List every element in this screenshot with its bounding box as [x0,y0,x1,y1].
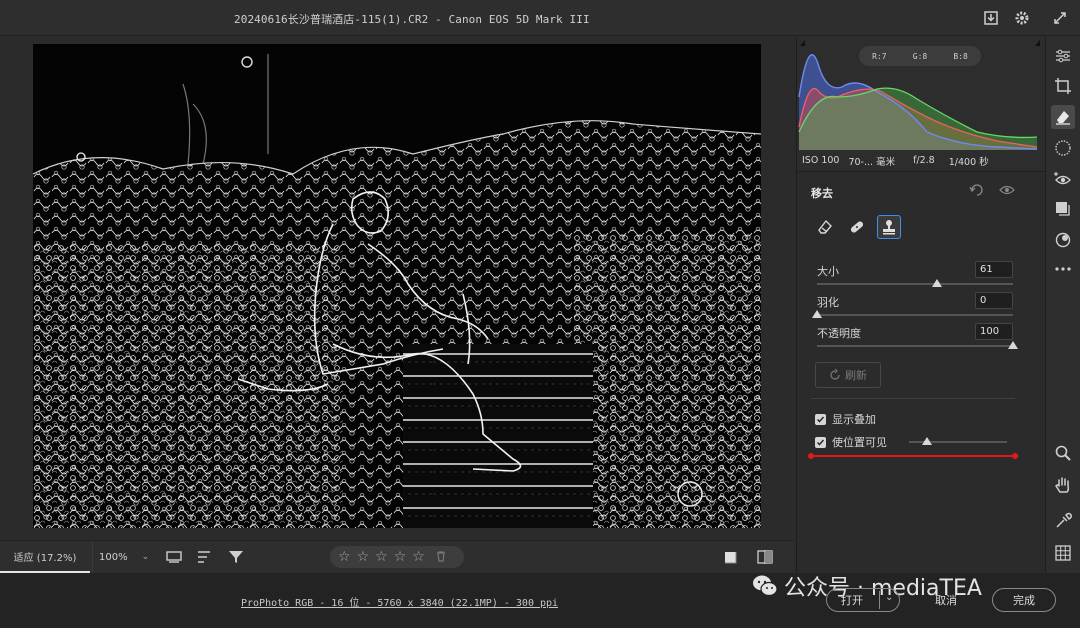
star-icon[interactable]: ☆ [338,550,351,564]
refresh-label: 刷新 [845,369,867,382]
layers-icon[interactable] [1051,197,1075,221]
eraser-icon[interactable] [1051,105,1075,129]
image-canvas[interactable] [0,37,794,537]
opacity-label: 不透明度 [817,327,861,340]
eraser-icon[interactable] [813,215,837,239]
workflow-options-link[interactable]: ProPhoto RGB - 16 位 - 5760 x 3840 (22.1M… [241,594,558,609]
aperture: f/2.8 [913,155,935,166]
visualize-spots-checkbox[interactable] [815,436,826,448]
zoom-icon[interactable] [1051,441,1075,465]
visualize-spots-row[interactable]: 使位置可见 [815,434,887,450]
size-slider[interactable] [817,279,1013,287]
compare-split-icon[interactable] [754,547,776,567]
blue-value: B:8 [953,51,968,61]
feather-slider[interactable] [812,310,1013,318]
star-icon[interactable]: ☆ [357,550,370,564]
show-overlay-checkbox[interactable] [815,413,826,425]
eye-plus-icon[interactable] [1051,167,1075,191]
visualize-spots-thumb[interactable] [921,437,932,445]
feather-slider-thumb[interactable] [812,310,822,318]
chevron-down-icon[interactable]: ⌄ [142,552,150,562]
removal-tools [813,215,901,239]
refresh-icon [830,369,840,380]
save-download-icon[interactable] [981,8,1001,28]
visibility-eye-icon[interactable] [999,183,1015,200]
zoom-100-button[interactable]: 100% ⌄ [92,541,150,573]
opacity-input[interactable]: 100 [975,323,1013,340]
done-button[interactable]: 完成 [992,588,1056,612]
shutter-speed: 1/400 秒 [948,156,989,168]
photo-preview[interactable] [33,44,761,528]
feather-label: 羽化 [817,296,839,309]
open-label: 打开 [841,594,863,607]
show-overlay-label: 显示叠加 [832,413,876,426]
opacity-slider[interactable] [817,341,1018,349]
expand-icon[interactable] [1050,8,1070,28]
green-value: G:8 [912,51,928,61]
star-icon[interactable]: ☆ [412,550,425,564]
chevron-down-icon[interactable]: ⌄ [885,592,893,603]
right-toolbar [1045,37,1080,573]
sliders-icon[interactable] [1051,44,1075,68]
eyedropper-icon[interactable] [1051,509,1075,533]
redeye-circle-icon[interactable] [1051,136,1075,160]
feather-input[interactable]: 0 [975,292,1013,309]
open-button[interactable]: 打开 ⌄ [826,588,900,612]
rgb-readout: R:7 G:8 B:8 [859,46,981,66]
red-value: R:7 [872,51,887,61]
cancel-button[interactable]: 取消 [911,588,981,612]
rating-stars[interactable]: ☆ ☆ ☆ ☆ ☆ [330,546,464,568]
reset-icon[interactable] [969,183,985,200]
refresh-button[interactable]: 刷新 [815,362,881,388]
edge-detected-photo [33,44,761,528]
presets-icon[interactable] [1051,228,1075,252]
visualize-spots-slider[interactable] [909,437,1007,445]
star-icon[interactable]: ☆ [375,550,388,564]
zoom-fit-button[interactable]: 适应 (17.2%) [0,541,90,573]
histogram: R:7 G:8 B:8 [797,37,1045,150]
sort-icon[interactable] [194,547,216,567]
visualize-spots-label: 使位置可见 [832,436,887,449]
filmstrip-icon[interactable] [163,547,185,567]
info-bar: ProPhoto RGB - 16 位 - 5760 x 3840 (22.1M… [0,573,1080,628]
focal-length: 70-... 毫米 [848,156,896,168]
wechat-logo-icon [753,575,778,597]
filter-icon[interactable] [225,547,247,567]
hand-icon[interactable] [1051,473,1075,497]
bandage-icon[interactable] [845,215,869,239]
red-annotation-line [808,453,1018,459]
iso-value: ISO 100 [802,155,840,166]
canvas-bottom-bar: 适应 (17.2%) 100% ⌄ ☆ ☆ ☆ ☆ ☆ [0,540,794,573]
trash-icon[interactable] [435,550,447,565]
before-after-square-icon[interactable] [720,547,742,567]
more-icon[interactable] [1051,257,1075,281]
zoom-100-label: 100% [99,551,128,563]
opacity-slider-thumb[interactable] [1008,341,1018,349]
window-title: 20240616长沙普瑞酒店-115(1).CR2 - Canon EOS 5D… [234,13,590,26]
size-label: 大小 [817,265,839,278]
title-bar: 20240616长沙普瑞酒店-115(1).CR2 - Canon EOS 5D… [0,0,1080,36]
section-title: 移去 [811,187,833,200]
crop-icon[interactable] [1051,74,1075,98]
gear-icon[interactable] [1012,8,1032,28]
divider [811,398,1015,399]
size-input[interactable]: 61 [975,261,1013,278]
exif-info: ISO 100 70-... 毫米 f/2.8 1/400 秒 [797,150,1045,172]
grid-icon[interactable] [1051,541,1075,565]
clone-stamp-icon[interactable] [877,215,901,239]
star-icon[interactable]: ☆ [394,550,407,564]
show-overlay-row[interactable]: 显示叠加 [815,411,876,427]
size-slider-thumb[interactable] [931,279,942,287]
edit-panel: R:7 G:8 B:8 ISO 100 70-... 毫米 f/2.8 1/40… [796,37,1045,573]
